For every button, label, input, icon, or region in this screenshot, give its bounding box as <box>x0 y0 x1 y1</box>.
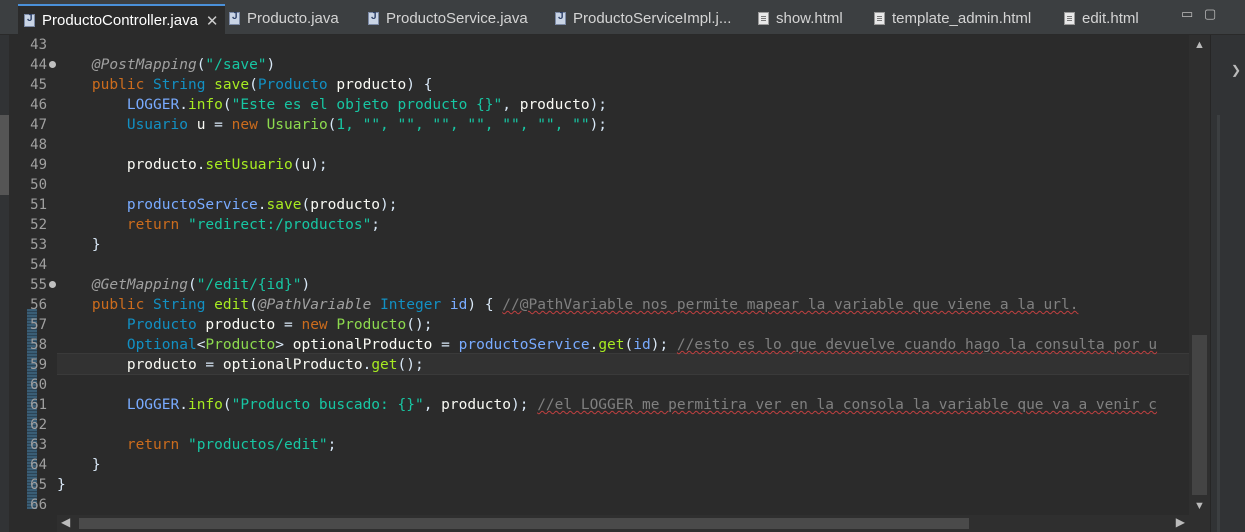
line-number: 56 <box>30 297 47 313</box>
line-number: 49 <box>30 157 47 173</box>
html-file-icon <box>874 11 885 25</box>
scroll-down-icon[interactable]: ▼ <box>1194 500 1205 512</box>
line-number: 66 <box>30 497 47 513</box>
java-file-icon <box>368 11 379 25</box>
horizontal-scroll-thumb[interactable] <box>79 518 969 529</box>
code-line[interactable]: } <box>57 455 1189 475</box>
html-file-icon <box>1064 11 1075 25</box>
line-number: 50 <box>30 177 47 193</box>
tab-label: ProductoServiceImpl.j... <box>573 9 732 27</box>
close-icon[interactable]: ✕ <box>206 12 219 30</box>
line-number: 43 <box>30 37 47 53</box>
code-line[interactable]: Usuario u = new Usuario(1, "", "", "", "… <box>57 115 1189 135</box>
line-number: 62 <box>30 417 47 433</box>
code-line[interactable]: LOGGER.info("Producto buscado: {}", prod… <box>57 395 1189 415</box>
html-file-icon <box>758 11 769 25</box>
line-number: 51 <box>30 197 47 213</box>
code-line[interactable]: public String save(Producto producto) { <box>57 75 1189 95</box>
line-number: 57 <box>30 317 47 333</box>
line-number: 53 <box>30 237 47 253</box>
line-number-gutter: 43 44 45 46 47 48 49 50 51 52 53 54 55 5… <box>9 35 57 515</box>
horizontal-scrollbar[interactable]: ◀ ▶ <box>57 515 1189 532</box>
editor-tab-bar: ProductoController.java ✕ Producto.java … <box>0 0 1245 35</box>
tab-producto-controller[interactable]: ProductoController.java ✕ <box>18 4 225 35</box>
java-file-icon <box>555 11 566 25</box>
overview-ruler <box>1217 115 1220 532</box>
line-number: 55 <box>30 277 47 293</box>
chevron-right-icon[interactable]: ❯ <box>1231 63 1241 77</box>
tab-edit-html[interactable]: edit.html <box>1064 6 1139 30</box>
tab-template-admin-html[interactable]: template_admin.html <box>874 6 1031 30</box>
line-number: 45 <box>30 77 47 93</box>
tab-label: show.html <box>776 9 843 27</box>
tab-label: template_admin.html <box>892 9 1032 27</box>
code-line[interactable]: return "redirect:/productos"; <box>57 215 1189 235</box>
tab-producto-service-impl[interactable]: ProductoServiceImpl.j... <box>555 6 731 30</box>
line-number: 59 <box>30 357 47 373</box>
java-file-icon <box>24 13 35 27</box>
line-number: 60 <box>30 377 47 393</box>
line-number: 44 <box>30 57 47 73</box>
code-line[interactable]: } <box>57 475 1189 495</box>
code-line[interactable]: Producto producto = new Producto(); <box>57 315 1189 335</box>
tab-producto-service[interactable]: ProductoService.java <box>368 6 528 30</box>
vertical-scroll-thumb[interactable] <box>1192 335 1207 495</box>
left-ruler <box>0 35 9 532</box>
scrollbar-corner <box>1189 515 1210 532</box>
tab-label: Producto.java <box>247 9 339 27</box>
tab-label: edit.html <box>1082 9 1139 27</box>
vertical-scrollbar[interactable]: ▲ ▼ <box>1189 35 1210 515</box>
code-line[interactable]: return "productos/edit"; <box>57 435 1189 455</box>
tab-label: ProductoService.java <box>386 9 528 27</box>
scroll-up-icon[interactable]: ▲ <box>1194 39 1205 51</box>
java-file-icon <box>229 11 240 25</box>
code-line[interactable]: @PostMapping("/save") <box>57 55 1189 75</box>
code-line[interactable]: producto.setUsuario(u); <box>57 155 1189 175</box>
line-number: 54 <box>30 257 47 273</box>
overview-mark <box>0 115 9 195</box>
code-line[interactable]: LOGGER.info("Este es el objeto producto … <box>57 95 1189 115</box>
line-number: 47 <box>30 117 47 133</box>
code-line-current[interactable]: producto = optionalProducto.get(); <box>57 355 1189 375</box>
code-line[interactable]: public String edit(@PathVariable Integer… <box>57 295 1189 315</box>
minimize-icon[interactable]: ▭ <box>1181 6 1193 22</box>
scroll-left-icon[interactable]: ◀ <box>61 515 70 529</box>
maximize-icon[interactable]: ▢ <box>1204 6 1216 22</box>
line-number: 63 <box>30 437 47 453</box>
code-line[interactable]: @GetMapping("/edit/{id}") <box>57 275 1189 295</box>
tab-label: ProductoController.java <box>42 12 198 29</box>
code-line[interactable]: } <box>57 235 1189 255</box>
eclipse-editor-window: ProductoController.java ✕ Producto.java … <box>0 0 1245 532</box>
right-side-panel: ❯ <box>1210 35 1245 532</box>
line-number: 61 <box>30 397 47 413</box>
tab-show-html[interactable]: show.html <box>758 6 843 30</box>
code-line[interactable]: Optional<Producto> optionalProducto = pr… <box>57 335 1189 355</box>
fold-marker-icon[interactable] <box>49 61 56 68</box>
code-line[interactable]: productoService.save(producto); <box>57 195 1189 215</box>
line-number: 46 <box>30 97 47 113</box>
code-editor[interactable]: @PostMapping("/save") public String save… <box>57 35 1189 515</box>
fold-marker-icon[interactable] <box>49 281 56 288</box>
tab-producto[interactable]: Producto.java <box>229 6 339 30</box>
line-number: 48 <box>30 137 47 153</box>
line-number: 64 <box>30 457 47 473</box>
line-number: 65 <box>30 477 47 493</box>
scroll-right-icon[interactable]: ▶ <box>1176 515 1185 529</box>
line-number: 52 <box>30 217 47 233</box>
line-number: 58 <box>30 337 47 353</box>
